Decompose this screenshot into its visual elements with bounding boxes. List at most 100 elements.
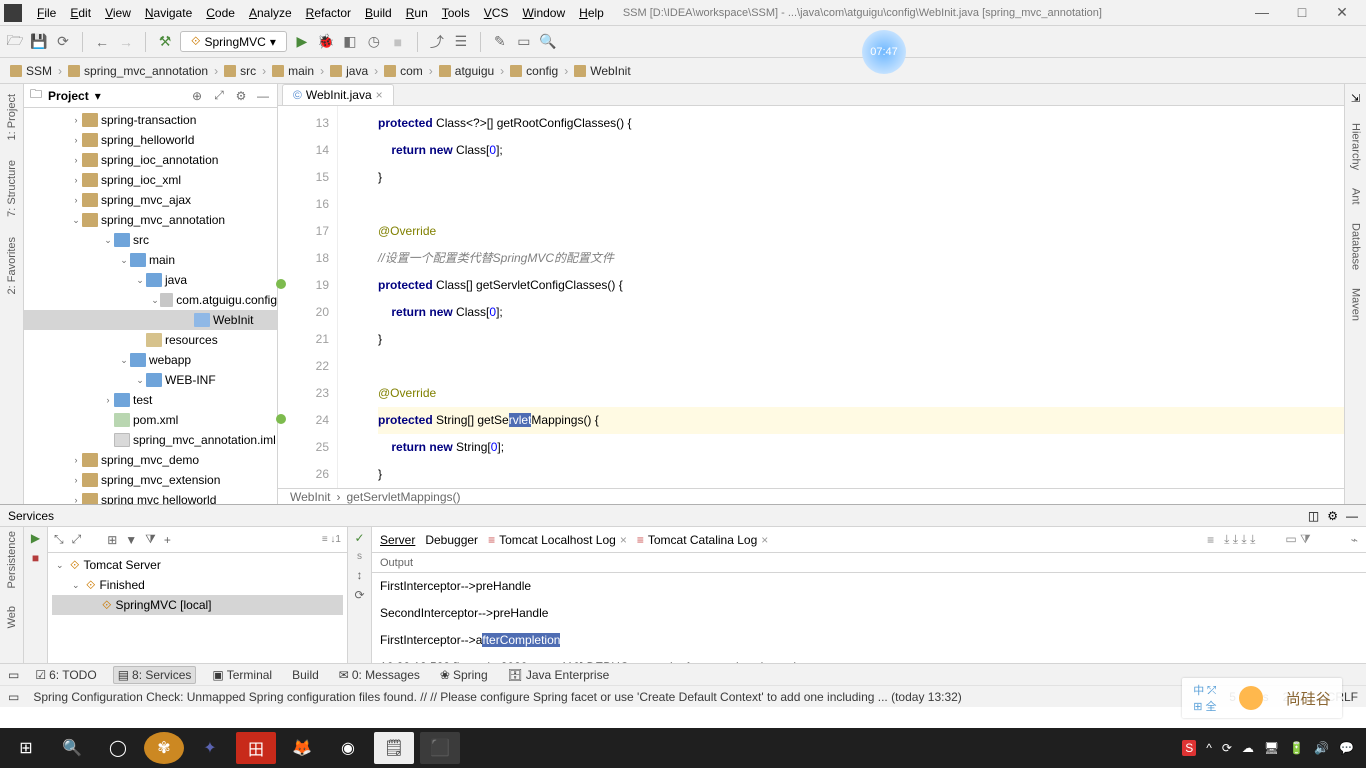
tree-item[interactable]: ⌄com.atguigu.config bbox=[24, 290, 277, 310]
maximize-button[interactable]: □ bbox=[1282, 4, 1322, 21]
menu-navigate[interactable]: Navigate bbox=[138, 4, 199, 22]
tree-item[interactable]: ⌄src bbox=[24, 230, 277, 250]
coverage-icon[interactable]: ◧ bbox=[341, 33, 359, 51]
save-icon[interactable]: 💾 bbox=[30, 33, 48, 51]
editor-body[interactable]: 1314151617181920212223242526 protected C… bbox=[278, 106, 1344, 488]
sort-icon[interactable]: ⧩ bbox=[145, 532, 156, 547]
chevron-down-icon[interactable]: ▾ bbox=[95, 89, 101, 103]
gear-icon[interactable]: ⚙ bbox=[233, 89, 249, 103]
tree-item[interactable]: spring_mvc_annotation.iml bbox=[24, 430, 277, 450]
menu-build[interactable]: Build bbox=[358, 4, 399, 22]
tree-item[interactable]: WebInit bbox=[24, 310, 277, 330]
add-icon[interactable]: + bbox=[164, 533, 171, 547]
menu-help[interactable]: Help bbox=[572, 4, 611, 22]
rail-project[interactable]: 1: Project bbox=[6, 94, 18, 140]
tree-item[interactable]: ⌄java bbox=[24, 270, 277, 290]
collapse-icon[interactable]: ⤢ bbox=[211, 88, 227, 103]
crumb[interactable]: java bbox=[328, 64, 370, 78]
menu-view[interactable]: View bbox=[98, 4, 138, 22]
menu-tools[interactable]: Tools bbox=[435, 4, 477, 22]
notepad-icon[interactable]: 🗒 bbox=[374, 732, 414, 764]
event-log-icon[interactable]: ▭ bbox=[8, 668, 19, 682]
service-tree-item[interactable]: ⟐ SpringMVC [local] bbox=[52, 595, 343, 615]
close-tab-icon[interactable]: × bbox=[376, 88, 383, 102]
port-icon[interactable]: ⌁ bbox=[1351, 533, 1358, 547]
gear-icon[interactable]: ⚙ bbox=[1327, 509, 1338, 523]
tab-terminal[interactable]: ▣ Terminal bbox=[208, 667, 276, 683]
breadcrumb-item[interactable]: WebInit bbox=[290, 490, 330, 504]
services-collapse-icon[interactable]: ◫ bbox=[1308, 509, 1319, 523]
rail-hierarchy[interactable]: Hierarchy bbox=[1350, 123, 1362, 170]
tree-item[interactable]: ⌄main bbox=[24, 250, 277, 270]
stop-icon[interactable]: ■ bbox=[32, 551, 39, 565]
close-button[interactable]: ✕ bbox=[1322, 4, 1362, 21]
crumb[interactable]: main bbox=[270, 64, 316, 78]
menu-file[interactable]: File bbox=[30, 4, 63, 22]
tree-item[interactable]: pom.xml bbox=[24, 410, 277, 430]
rail-ant[interactable]: Ant bbox=[1350, 188, 1362, 205]
structure-icon[interactable]: ☰ bbox=[452, 33, 470, 51]
crumb[interactable]: atguigu bbox=[437, 64, 496, 78]
scroll-icon[interactable]: ↕ bbox=[357, 568, 363, 582]
tab-messages[interactable]: ✉ 0: Messages bbox=[335, 667, 424, 683]
build-icon[interactable]: ⚒ bbox=[156, 33, 174, 51]
tree-item[interactable]: ⌄WEB-INF bbox=[24, 370, 277, 390]
tree-item[interactable]: ›spring_ioc_annotation bbox=[24, 150, 277, 170]
menu-run[interactable]: Run bbox=[399, 4, 435, 22]
crumb[interactable]: config bbox=[508, 64, 560, 78]
tab-server[interactable]: Server bbox=[380, 533, 415, 547]
run-icon[interactable]: ▶ bbox=[293, 33, 311, 51]
breadcrumb-item[interactable]: getServletMappings() bbox=[346, 490, 460, 504]
tab-services[interactable]: ▤ 8: Services bbox=[113, 666, 197, 684]
tab-java-ee[interactable]: 🗄 Java Enterprise bbox=[504, 667, 614, 683]
group-icon[interactable]: ⊞ bbox=[107, 533, 117, 547]
forward-icon[interactable]: → bbox=[117, 33, 135, 51]
locate-icon[interactable]: ⊕ bbox=[189, 89, 205, 103]
crumb[interactable]: src bbox=[222, 64, 258, 78]
rail-persistence[interactable]: Persistence bbox=[6, 531, 18, 588]
rail-structure[interactable]: 7: Structure bbox=[6, 160, 18, 217]
tab-tomcat-catalina[interactable]: ≡Tomcat Catalina Log× bbox=[637, 533, 768, 547]
tree-item[interactable]: ⌄spring_mvc_annotation bbox=[24, 210, 277, 230]
task-view-button[interactable]: ◯ bbox=[98, 732, 138, 764]
editor-tab[interactable]: © WebInit.java × bbox=[282, 84, 394, 105]
crumb[interactable]: com bbox=[382, 64, 425, 78]
action-icon[interactable]: ✎ bbox=[491, 33, 509, 51]
debug-icon[interactable]: 🐞 bbox=[317, 33, 335, 51]
tree-item[interactable]: resources bbox=[24, 330, 277, 350]
service-tree-item[interactable]: ⌄⟐ Tomcat Server bbox=[52, 555, 343, 575]
stop-icon[interactable]: ■ bbox=[389, 33, 407, 51]
tree-item[interactable]: ›spring_mvc_ajax bbox=[24, 190, 277, 210]
vcs-icon[interactable]: ⤴ bbox=[428, 33, 446, 51]
rail-database[interactable]: Database bbox=[1350, 223, 1362, 270]
menu-analyze[interactable]: Analyze bbox=[242, 4, 299, 22]
filter-icon[interactable]: ▼ bbox=[125, 533, 137, 547]
refresh-icon[interactable]: ⟳ bbox=[54, 33, 72, 51]
hierarchy-icon[interactable]: ⇲ bbox=[1351, 92, 1360, 105]
menu-edit[interactable]: Edit bbox=[63, 4, 98, 22]
search-icon[interactable]: 🔍 bbox=[539, 33, 557, 51]
app-icon[interactable]: 田 bbox=[236, 732, 276, 764]
tree-item[interactable]: ⌄webapp bbox=[24, 350, 277, 370]
tab-debugger[interactable]: Debugger bbox=[425, 533, 478, 547]
minimize-button[interactable]: — bbox=[1242, 4, 1282, 21]
scroll-end-icon[interactable]: ⤓ ⤓ ⤓ ⤓ bbox=[1224, 532, 1255, 547]
search-button[interactable]: 🔍 bbox=[52, 732, 92, 764]
rail-favorites[interactable]: 2: Favorites bbox=[6, 237, 18, 294]
soft-wrap-icon[interactable]: ≡ bbox=[1207, 533, 1214, 547]
profile-icon[interactable]: ◷ bbox=[365, 33, 383, 51]
menu-refactor[interactable]: Refactor bbox=[299, 4, 358, 22]
chrome-icon[interactable]: ◉ bbox=[328, 732, 368, 764]
service-tree-item[interactable]: ⌄⟐ Finished bbox=[52, 575, 343, 595]
menu-window[interactable]: Window bbox=[515, 4, 572, 22]
rail-maven[interactable]: Maven bbox=[1350, 288, 1362, 321]
tab-todo[interactable]: ☑ 6: TODO bbox=[31, 667, 100, 683]
print-icon[interactable]: ▭ ⧩ bbox=[1285, 532, 1310, 547]
run-config-selector[interactable]: ⟐ SpringMVC ▾ bbox=[180, 31, 287, 52]
start-button[interactable]: ⊞ bbox=[6, 732, 46, 764]
screen-icon[interactable]: ▭ bbox=[515, 33, 533, 51]
app-icon[interactable]: ✾ bbox=[144, 732, 184, 764]
tab-spring[interactable]: ❀ Spring bbox=[436, 667, 492, 683]
open-icon[interactable]: 🗁 bbox=[6, 33, 24, 51]
intellij-icon[interactable]: ⬛ bbox=[420, 732, 460, 764]
